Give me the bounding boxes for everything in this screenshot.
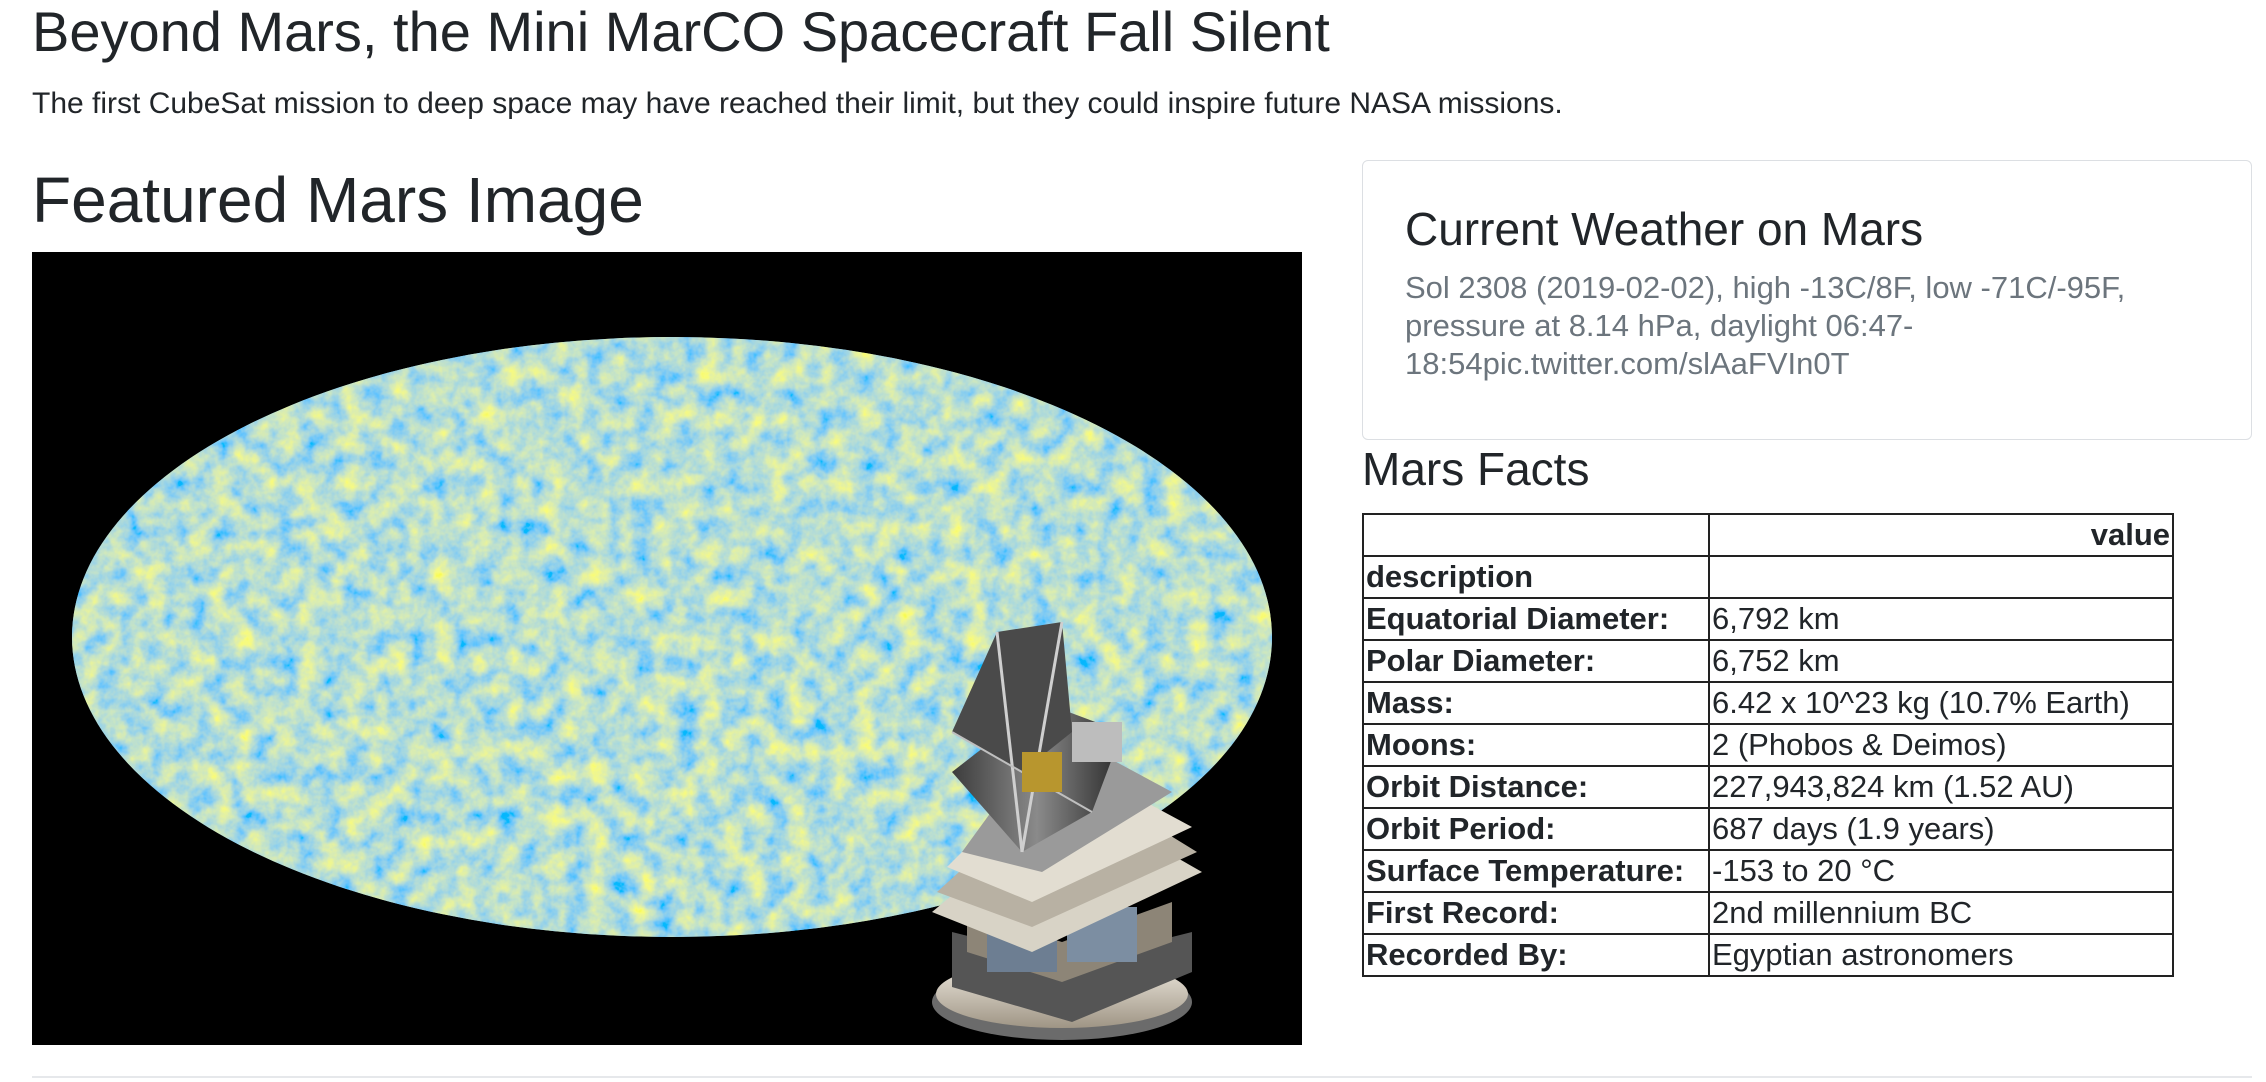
header-description-cell: description: [1362, 555, 1710, 599]
row-label: Mass:: [1362, 681, 1710, 725]
table-row: Recorded By: Egyptian astronomers: [1362, 933, 2174, 977]
row-label: Moons:: [1362, 723, 1710, 767]
news-teaser: The first CubeSat mission to deep space …: [32, 87, 1563, 120]
news-headline: Beyond Mars, the Mini MarCO Spacecraft F…: [32, 0, 1330, 63]
row-label: Orbit Period:: [1362, 807, 1710, 851]
row-label: Equatorial Diameter:: [1362, 597, 1710, 641]
weather-card: Current Weather on Mars Sol 2308 (2019-0…: [1362, 160, 2252, 440]
header-empty-cell: [1362, 513, 1710, 557]
table-row: Equatorial Diameter: 6,792 km: [1362, 597, 2174, 641]
page-divider: [32, 1076, 2252, 1078]
table-row: Moons: 2 (Phobos & Deimos): [1362, 723, 2174, 767]
table-row: First Record: 2nd millennium BC: [1362, 891, 2174, 935]
featured-image-title: Featured Mars Image: [32, 164, 644, 236]
mars-facts-title: Mars Facts: [1362, 443, 1590, 495]
row-value: 6.42 x 10^23 kg (10.7% Earth): [1708, 681, 2174, 725]
row-label: Orbit Distance:: [1362, 765, 1710, 809]
mars-facts-table: value description Equatorial Diameter: 6…: [1362, 513, 2174, 977]
row-label: Recorded By:: [1362, 933, 1710, 977]
row-label: First Record:: [1362, 891, 1710, 935]
row-value: Egyptian astronomers: [1708, 933, 2174, 977]
row-value: 6,792 km: [1708, 597, 2174, 641]
weather-title: Current Weather on Mars: [1405, 203, 1924, 255]
row-label: Surface Temperature:: [1362, 849, 1710, 893]
row-value: 2nd millennium BC: [1708, 891, 2174, 935]
table-header-row: value: [1362, 513, 2174, 557]
header-blank-cell: [1708, 555, 2174, 599]
row-value: 687 days (1.9 years): [1708, 807, 2174, 851]
row-value: 6,752 km: [1708, 639, 2174, 683]
table-row: Mass: 6.42 x 10^23 kg (10.7% Earth): [1362, 681, 2174, 725]
row-value: -153 to 20 °C: [1708, 849, 2174, 893]
table-row: Orbit Distance: 227,943,824 km (1.52 AU): [1362, 765, 2174, 809]
featured-mars-image: [32, 252, 1302, 1045]
table-row: Orbit Period: 687 days (1.9 years): [1362, 807, 2174, 851]
header-value-cell: value: [1708, 513, 2174, 557]
table-index-row: description: [1362, 555, 2174, 599]
row-value: 2 (Phobos & Deimos): [1708, 723, 2174, 767]
table-row: Polar Diameter: 6,752 km: [1362, 639, 2174, 683]
row-label: Polar Diameter:: [1362, 639, 1710, 683]
row-value: 227,943,824 km (1.52 AU): [1708, 765, 2174, 809]
table-row: Surface Temperature: -153 to 20 °C: [1362, 849, 2174, 893]
weather-tweet-text: Sol 2308 (2019-02-02), high -13C/8F, low…: [1405, 270, 2126, 381]
